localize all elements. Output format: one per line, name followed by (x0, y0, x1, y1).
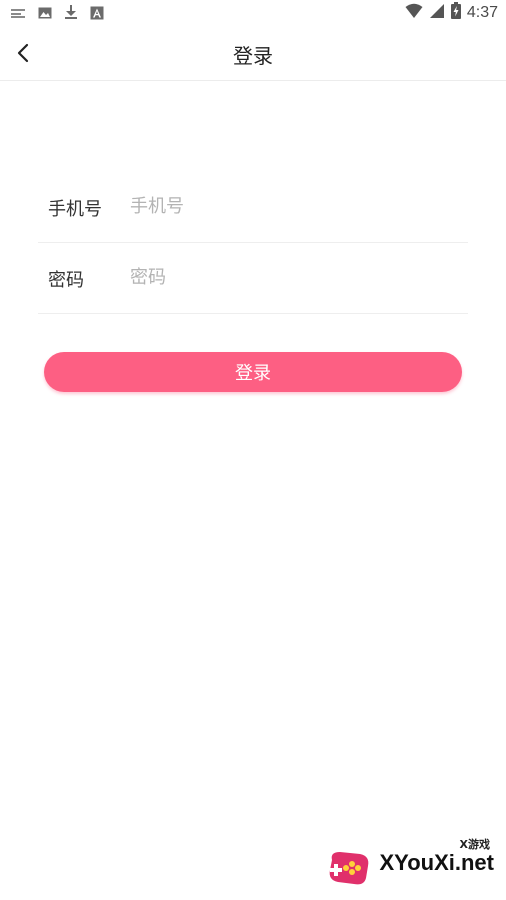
download-icon (64, 4, 78, 24)
watermark: X游戏 XYouXi.net (326, 836, 498, 894)
wifi-icon (405, 3, 423, 23)
password-input[interactable] (130, 261, 450, 293)
signal-icon (429, 3, 445, 23)
password-row: 密码 (38, 243, 468, 314)
image-icon (38, 5, 52, 24)
page-title: 登录 (233, 44, 273, 68)
a-icon (90, 5, 104, 24)
phone-row: 手机号 (38, 172, 468, 243)
watermark-site: XYouXi.net (379, 850, 495, 875)
login-screen: 4:37 登录 手机号 密码 登录 (0, 0, 506, 900)
gamepad-logo-icon (329, 852, 369, 885)
status-left-icons (10, 4, 104, 24)
login-form: 手机号 密码 (38, 172, 468, 314)
status-time: 4:37 (466, 3, 498, 21)
app-bar: 登录 (0, 26, 506, 81)
login-button[interactable]: 登录 (44, 352, 462, 392)
sim-icon (10, 5, 26, 24)
phone-input[interactable] (130, 190, 450, 222)
battery-icon (450, 2, 461, 23)
password-label: 密码 (48, 270, 84, 291)
status-bar: 4:37 (0, 0, 506, 26)
status-right-icons: 4:37 (405, 2, 498, 23)
phone-label: 手机号 (48, 199, 102, 220)
